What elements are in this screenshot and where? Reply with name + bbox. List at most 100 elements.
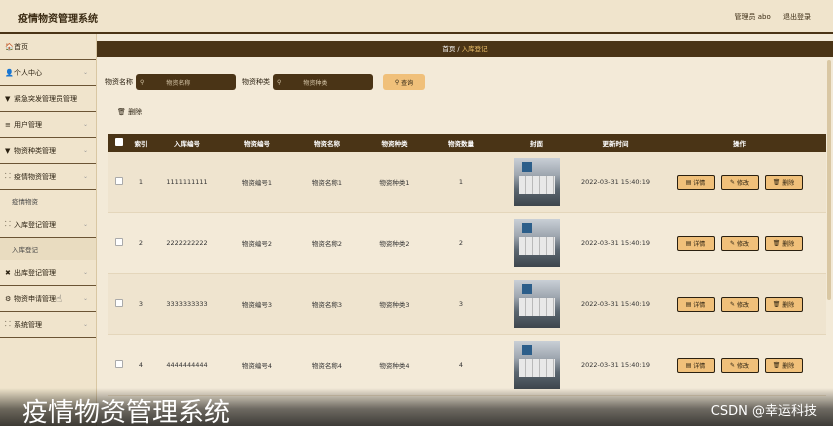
filter-icon: ▼ <box>5 94 11 103</box>
cross-icon: ✖ <box>5 268 11 277</box>
row-actions: ▤ 详情 ✎ 修改 🗑 删除 <box>653 174 826 190</box>
sidebar-item-material-types[interactable]: ▼ 物资种类管理 ⌄ <box>0 138 96 164</box>
document-icon: ▤ <box>685 239 692 247</box>
sidebar-item-profile[interactable]: 👤 个人中心 ⌄ <box>0 60 96 86</box>
delete-label: 删除 <box>782 240 795 248</box>
cell-in-no: 3333333333 <box>166 300 208 308</box>
sidebar-item-emergency-admin[interactable]: ▼ 紧急突发管理员管理 <box>0 86 96 112</box>
row-actions: ▤ 详情 ✎ 修改 🗑 删除 <box>653 296 826 312</box>
cell-name: 物资名称2 <box>311 240 343 248</box>
delete-label: 删除 <box>782 301 795 309</box>
detail-label: 详情 <box>693 179 706 187</box>
pencil-icon: ✎ <box>730 300 736 308</box>
admin-label: 管理员 abo <box>734 13 771 21</box>
trash-icon: 🗑 <box>772 239 781 247</box>
search-icon: ⚲ <box>277 78 282 86</box>
type-search-input[interactable]: ⚲ 物资种类 <box>273 74 373 90</box>
detail-button[interactable]: ▤ 详情 <box>676 296 715 312</box>
sidebar-item-system[interactable]: ⸬ 系统管理 ⌄ <box>0 312 96 338</box>
top-bar: 疫情物资管理系统 管理员 abo 退出登录 <box>0 0 833 34</box>
header-select-all[interactable] <box>108 138 130 148</box>
row-checkbox[interactable] <box>115 238 123 246</box>
query-button[interactable]: ⚲ 查询 <box>383 74 425 90</box>
detail-button[interactable]: ▤ 详情 <box>676 235 715 251</box>
detail-button[interactable]: ▤ 详情 <box>676 357 715 373</box>
edit-button[interactable]: ✎ 修改 <box>720 357 759 373</box>
edit-label: 修改 <box>736 301 749 309</box>
row-checkbox[interactable] <box>115 360 123 368</box>
trash-icon: 🗑 <box>772 300 781 308</box>
header-cell: 物资种类 <box>381 140 408 148</box>
cell-qty: 1 <box>458 178 464 186</box>
sidebar-item-applications[interactable]: ⚙ 物资申请管理 ⌄ <box>0 286 96 312</box>
sidebar-item-label: 入库登记管理 <box>14 220 56 229</box>
batch-delete-button[interactable]: 🗑 删除 <box>117 107 142 117</box>
row-actions: ▤ 详情 ✎ 修改 🗑 删除 <box>653 357 826 373</box>
row-checkbox[interactable] <box>115 299 123 307</box>
chevron-down-icon: ⌄ <box>82 147 88 154</box>
cell-type: 物资种类2 <box>379 240 410 248</box>
cell-index: 3 <box>138 300 144 308</box>
app-title: 疫情物资管理系统 <box>18 14 98 25</box>
sidebar-item-users[interactable]: ≡ 用户管理 ⌄ <box>0 112 96 138</box>
pencil-icon: ✎ <box>730 178 736 186</box>
delete-button[interactable]: 🗑 删除 <box>764 296 803 312</box>
edit-button[interactable]: ✎ 修改 <box>720 296 759 312</box>
cell-name: 物资名称3 <box>311 301 343 309</box>
delete-label: 删除 <box>782 362 795 370</box>
sidebar-item-label: 系统管理 <box>14 320 42 329</box>
cell-item-no: 物资编号1 <box>241 179 273 187</box>
name-search-input[interactable]: ⚲ 物资名称 <box>136 74 236 90</box>
sidebar-item-label: 物资种类管理 <box>14 146 56 155</box>
header-cell: 物资编号 <box>244 140 270 148</box>
cell-item-no: 物资编号2 <box>241 240 273 248</box>
logout-link[interactable]: 退出登录 <box>783 13 811 21</box>
sidebar-item-home[interactable]: 🏠 首页 <box>0 34 96 60</box>
search-bar: 物资名称 ⚲ 物资名称 物资种类 ⚲ 物资种类 ⚲ 查询 <box>105 73 425 91</box>
table-header: 索引 入库编号 物资编号 物资名称 物资种类 物资数量 封面 更新时间 操作 <box>108 134 826 152</box>
header-cell: 物资数量 <box>448 140 474 148</box>
delete-button[interactable]: 🗑 删除 <box>764 235 803 251</box>
breadcrumb-current: 入库登记 <box>461 45 488 53</box>
breadcrumb-home[interactable]: 首页 <box>442 45 455 53</box>
detail-label: 详情 <box>693 240 706 248</box>
trash-icon: 🗑 <box>117 108 126 116</box>
detail-label: 详情 <box>693 301 706 309</box>
sidebar-item-outbound[interactable]: ✖ 出库登记管理 ⌄ <box>0 260 96 286</box>
delete-button[interactable]: 🗑 删除 <box>764 357 803 373</box>
cell-name: 物资名称4 <box>311 362 343 370</box>
sidebar-item-label: 物资申请管理 <box>14 294 56 303</box>
sidebar-item-label: 紧急突发管理员管理 <box>14 94 77 103</box>
sidebar-subitem-inbound[interactable]: 入库登记 <box>0 238 96 260</box>
edit-button[interactable]: ✎ 修改 <box>720 174 759 190</box>
header-cell: 物资名称 <box>314 140 340 148</box>
chevron-down-icon: ⌄ <box>82 121 88 128</box>
cell-type: 物资种类3 <box>379 301 410 309</box>
sidebar-item-materials[interactable]: ⸬ 疫情物资管理 ⌄ <box>0 164 96 190</box>
row-checkbox[interactable] <box>115 177 123 185</box>
search-icon: ⚲ <box>394 78 400 86</box>
header-cell: 封面 <box>530 140 543 148</box>
delete-button[interactable]: 🗑 删除 <box>764 174 803 190</box>
scrollbar[interactable] <box>827 60 831 300</box>
sidebar-item-inbound[interactable]: ⸬ 入库登记管理 ⌄ <box>0 212 96 238</box>
cell-qty: 4 <box>458 361 464 369</box>
cover-image <box>513 219 560 267</box>
breadcrumb-separator: / <box>457 45 460 53</box>
cell-index: 2 <box>138 239 144 247</box>
detail-button[interactable]: ▤ 详情 <box>676 174 715 190</box>
edit-label: 修改 <box>736 179 749 187</box>
sidebar-subitem-materials[interactable]: 疫情物资 <box>0 190 96 212</box>
cover-image <box>513 341 560 389</box>
edit-button[interactable]: ✎ 修改 <box>720 235 759 251</box>
type-placeholder: 物资种类 <box>303 79 328 87</box>
chevron-down-icon: ⌄ <box>82 295 88 302</box>
home-icon: 🏠 <box>5 42 14 51</box>
name-placeholder: 物资名称 <box>166 79 191 87</box>
header-cell: 索引 <box>134 140 148 148</box>
name-label: 物资名称 <box>105 78 133 86</box>
select-all-checkbox[interactable] <box>115 138 123 146</box>
cell-in-no: 4444444444 <box>166 361 208 369</box>
chevron-down-icon: ⌄ <box>82 321 88 328</box>
hand-cursor-icon: ☝ <box>56 294 63 305</box>
